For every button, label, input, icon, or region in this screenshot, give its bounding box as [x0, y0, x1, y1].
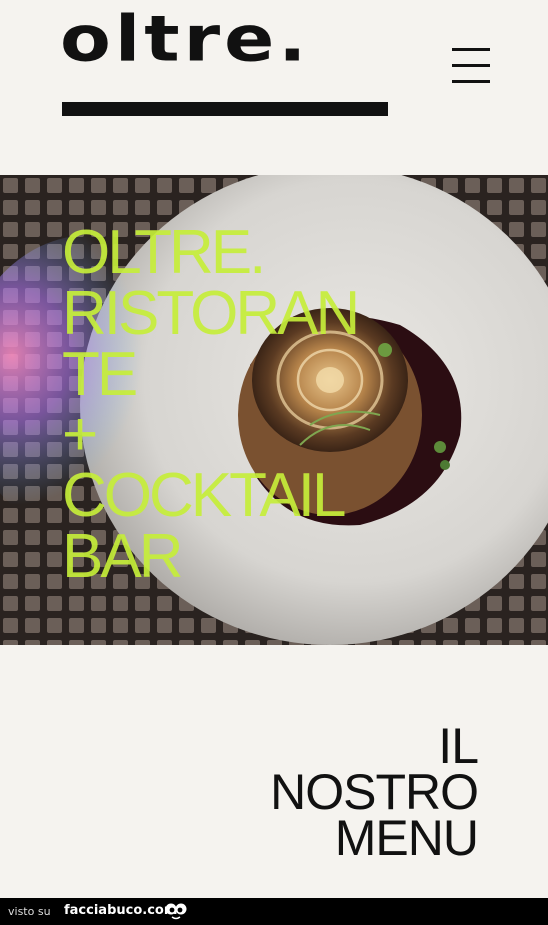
eyes-icon — [165, 903, 187, 920]
watermark-bar: visto su facciabuco.com — [0, 898, 548, 925]
hero-title-line: BAR — [62, 521, 183, 591]
hero-title-line: COCKTAIL — [62, 461, 346, 530]
hero-title-line: RISTORAN — [62, 278, 360, 348]
hamburger-line — [452, 48, 490, 51]
menu-link-line: NOSTRO — [270, 764, 479, 820]
hamburger-line — [452, 64, 490, 67]
hero-title: OLTRE. RISTORAN TE + COCKTAIL BAR — [62, 218, 422, 591]
site-label: facciabuco.com — [64, 903, 178, 918]
hero-title-line: TE — [62, 339, 138, 409]
hamburger-line — [452, 80, 490, 83]
il-nostro-menu-link[interactable]: IL NOSTRO MENU — [270, 718, 479, 866]
hamburger-icon[interactable] — [450, 44, 492, 86]
menu-link-line: MENU — [334, 810, 479, 866]
hero-section: OLTRE. RISTORAN TE + COCKTAIL BAR — [0, 175, 548, 645]
site-header: oltre. — [0, 0, 548, 175]
hero-title-line: OLTRE. — [62, 218, 266, 287]
hero-title-line: + — [62, 400, 98, 470]
menu-link-line: IL — [438, 718, 479, 774]
visto-su-label: visto su — [8, 905, 51, 918]
logo-wordmark: oltre. — [60, 2, 311, 76]
oltre-logo[interactable]: oltre. — [60, 8, 390, 120]
logo-underline — [62, 102, 388, 116]
